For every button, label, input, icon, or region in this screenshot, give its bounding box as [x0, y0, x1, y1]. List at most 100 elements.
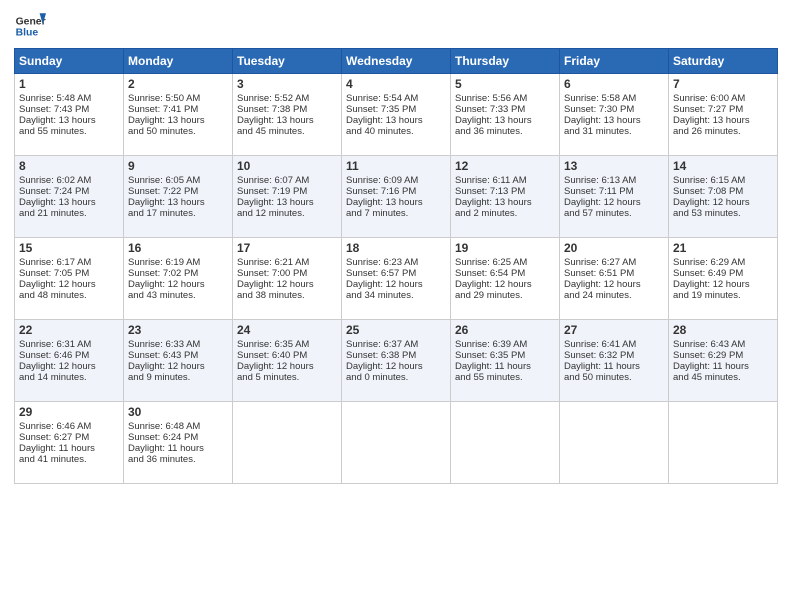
cell-line: Sunset: 6:35 PM	[455, 350, 555, 361]
cell-line: Sunset: 6:38 PM	[346, 350, 446, 361]
weekday-header-friday: Friday	[560, 49, 669, 74]
day-number: 2	[128, 77, 228, 91]
cell-line: Sunrise: 6:37 AM	[346, 339, 446, 350]
cell-line: Daylight: 13 hours	[455, 115, 555, 126]
day-number: 17	[237, 241, 337, 255]
cell-line: Sunrise: 6:02 AM	[19, 175, 119, 186]
cell-line: and 50 minutes.	[564, 372, 664, 383]
calendar-cell: 11Sunrise: 6:09 AMSunset: 7:16 PMDayligh…	[342, 156, 451, 238]
cell-line: Sunrise: 6:48 AM	[128, 421, 228, 432]
calendar-cell: 22Sunrise: 6:31 AMSunset: 6:46 PMDayligh…	[15, 320, 124, 402]
cell-line: Daylight: 12 hours	[237, 279, 337, 290]
cell-line: Sunrise: 6:35 AM	[237, 339, 337, 350]
cell-line: Daylight: 11 hours	[673, 361, 773, 372]
calendar-cell: 3Sunrise: 5:52 AMSunset: 7:38 PMDaylight…	[233, 74, 342, 156]
cell-line: Daylight: 11 hours	[564, 361, 664, 372]
calendar-cell: 24Sunrise: 6:35 AMSunset: 6:40 PMDayligh…	[233, 320, 342, 402]
cell-line: Sunrise: 6:15 AM	[673, 175, 773, 186]
cell-line: Daylight: 13 hours	[237, 115, 337, 126]
cell-line: Sunset: 7:00 PM	[237, 268, 337, 279]
cell-line: Sunset: 6:49 PM	[673, 268, 773, 279]
calendar-cell: 26Sunrise: 6:39 AMSunset: 6:35 PMDayligh…	[451, 320, 560, 402]
cell-line: and 7 minutes.	[346, 208, 446, 219]
cell-line: Sunrise: 6:17 AM	[19, 257, 119, 268]
svg-text:Blue: Blue	[16, 28, 39, 39]
calendar-cell: 18Sunrise: 6:23 AMSunset: 6:57 PMDayligh…	[342, 238, 451, 320]
cell-line: Sunrise: 6:07 AM	[237, 175, 337, 186]
cell-line: and 41 minutes.	[19, 454, 119, 465]
calendar-cell: 2Sunrise: 5:50 AMSunset: 7:41 PMDaylight…	[124, 74, 233, 156]
cell-line: Sunset: 6:46 PM	[19, 350, 119, 361]
cell-line: Daylight: 12 hours	[455, 279, 555, 290]
cell-line: and 34 minutes.	[346, 290, 446, 301]
cell-line: Sunrise: 6:31 AM	[19, 339, 119, 350]
day-number: 4	[346, 77, 446, 91]
calendar-cell	[451, 402, 560, 484]
cell-line: Sunset: 7:13 PM	[455, 186, 555, 197]
cell-line: Daylight: 13 hours	[128, 197, 228, 208]
cell-line: Sunset: 7:41 PM	[128, 104, 228, 115]
cell-line: and 29 minutes.	[455, 290, 555, 301]
day-number: 14	[673, 159, 773, 173]
calendar-cell: 12Sunrise: 6:11 AMSunset: 7:13 PMDayligh…	[451, 156, 560, 238]
cell-line: Sunset: 6:57 PM	[346, 268, 446, 279]
weekday-header-row: SundayMondayTuesdayWednesdayThursdayFrid…	[15, 49, 778, 74]
cell-line: Sunset: 7:27 PM	[673, 104, 773, 115]
cell-line: Sunset: 6:51 PM	[564, 268, 664, 279]
cell-line: Sunset: 7:05 PM	[19, 268, 119, 279]
calendar-cell: 19Sunrise: 6:25 AMSunset: 6:54 PMDayligh…	[451, 238, 560, 320]
cell-line: Sunrise: 5:48 AM	[19, 93, 119, 104]
cell-line: Sunrise: 6:09 AM	[346, 175, 446, 186]
cell-line: and 14 minutes.	[19, 372, 119, 383]
calendar-cell: 14Sunrise: 6:15 AMSunset: 7:08 PMDayligh…	[669, 156, 778, 238]
calendar-cell: 21Sunrise: 6:29 AMSunset: 6:49 PMDayligh…	[669, 238, 778, 320]
calendar-cell: 9Sunrise: 6:05 AMSunset: 7:22 PMDaylight…	[124, 156, 233, 238]
cell-line: and 26 minutes.	[673, 126, 773, 137]
cell-line: Sunrise: 6:41 AM	[564, 339, 664, 350]
cell-line: Sunset: 6:32 PM	[564, 350, 664, 361]
cell-line: Sunset: 7:24 PM	[19, 186, 119, 197]
cell-line: Sunrise: 5:52 AM	[237, 93, 337, 104]
day-number: 12	[455, 159, 555, 173]
cell-line: and 0 minutes.	[346, 372, 446, 383]
cell-line: Sunrise: 6:25 AM	[455, 257, 555, 268]
logo-icon: General Blue	[14, 10, 46, 42]
page-container: General Blue SundayMondayTuesdayWednesda…	[0, 0, 792, 490]
weekday-header-wednesday: Wednesday	[342, 49, 451, 74]
cell-line: and 38 minutes.	[237, 290, 337, 301]
cell-line: Sunrise: 6:33 AM	[128, 339, 228, 350]
cell-line: and 50 minutes.	[128, 126, 228, 137]
cell-line: and 12 minutes.	[237, 208, 337, 219]
weekday-header-sunday: Sunday	[15, 49, 124, 74]
weekday-header-tuesday: Tuesday	[233, 49, 342, 74]
cell-line: Daylight: 13 hours	[673, 115, 773, 126]
day-number: 19	[455, 241, 555, 255]
day-number: 8	[19, 159, 119, 173]
cell-line: Daylight: 13 hours	[19, 115, 119, 126]
calendar-cell: 4Sunrise: 5:54 AMSunset: 7:35 PMDaylight…	[342, 74, 451, 156]
cell-line: and 36 minutes.	[128, 454, 228, 465]
day-number: 22	[19, 323, 119, 337]
calendar-cell: 1Sunrise: 5:48 AMSunset: 7:43 PMDaylight…	[15, 74, 124, 156]
cell-line: and 45 minutes.	[673, 372, 773, 383]
cell-line: Daylight: 11 hours	[128, 443, 228, 454]
cell-line: Sunset: 7:16 PM	[346, 186, 446, 197]
cell-line: Sunset: 6:24 PM	[128, 432, 228, 443]
calendar-cell: 30 Sunrise: 6:48 AMSunset: 6:24 PMDayligh…	[124, 402, 233, 484]
logo: General Blue	[14, 10, 46, 42]
day-number: 21	[673, 241, 773, 255]
cell-line: Sunset: 7:33 PM	[455, 104, 555, 115]
day-number: 16	[128, 241, 228, 255]
cell-line: Daylight: 13 hours	[346, 197, 446, 208]
cell-line: Sunrise: 6:29 AM	[673, 257, 773, 268]
day-number: 30	[128, 405, 228, 419]
cell-line: Sunset: 6:29 PM	[673, 350, 773, 361]
calendar-week-row: 1Sunrise: 5:48 AMSunset: 7:43 PMDaylight…	[15, 74, 778, 156]
cell-line: Sunrise: 6:19 AM	[128, 257, 228, 268]
cell-line: Sunrise: 6:13 AM	[564, 175, 664, 186]
cell-line: Sunrise: 6:23 AM	[346, 257, 446, 268]
cell-line: and 53 minutes.	[673, 208, 773, 219]
calendar-cell: 5Sunrise: 5:56 AMSunset: 7:33 PMDaylight…	[451, 74, 560, 156]
day-number: 5	[455, 77, 555, 91]
cell-line: Sunrise: 6:43 AM	[673, 339, 773, 350]
